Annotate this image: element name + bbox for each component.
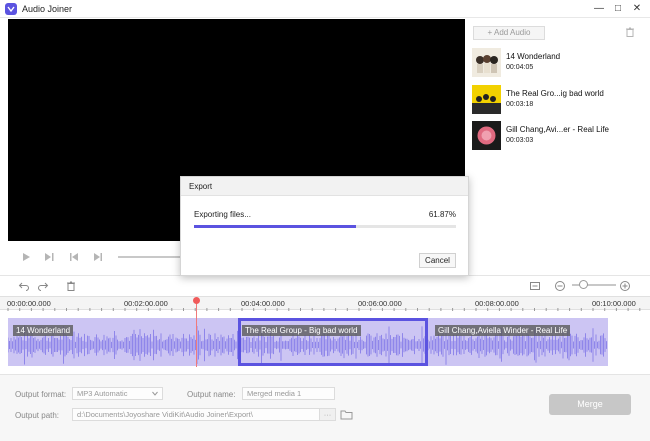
step-forward-icon[interactable]	[43, 251, 55, 263]
cancel-button[interactable]: Cancel	[419, 253, 456, 268]
track-duration: 00:03:18	[506, 101, 534, 108]
undo-icon[interactable]	[18, 280, 30, 292]
track-title: Gill Chang,Avi...er - Real Life	[506, 125, 610, 134]
previous-icon[interactable]	[68, 251, 80, 263]
chevron-down-icon	[152, 391, 158, 396]
export-dialog: Export Exporting files... 61.87% Cancel	[180, 176, 469, 276]
timeline-ruler: 00:00:00.000 00:02:00.000 00:04:00.000 0…	[0, 296, 650, 311]
trash-icon[interactable]	[624, 26, 636, 38]
output-format-select[interactable]: MP3 Automatic	[72, 387, 163, 400]
window-title: Audio Joiner	[22, 4, 73, 14]
track-duration: 00:03:03	[506, 137, 534, 144]
merge-button[interactable]: Merge	[549, 394, 631, 415]
ruler-tick-label: 00:00:00.000	[7, 299, 51, 308]
output-name-label: Output name:	[187, 390, 236, 399]
track-title: 14 Wonderland	[506, 52, 561, 61]
output-name-input[interactable]: Merged media 1	[242, 387, 335, 400]
output-format-label: Output format:	[15, 390, 67, 399]
clip-label: 14 Wonderland	[13, 325, 74, 336]
maximize-icon[interactable]: □	[610, 2, 626, 16]
album-cover-wonderland	[472, 48, 501, 77]
minimize-icon[interactable]: —	[591, 2, 607, 16]
export-percent: 61.87%	[428, 210, 456, 219]
track-item[interactable]: 14 Wonderland 00:04:05	[472, 48, 642, 78]
ruler-tick-label: 00:06:00.000	[358, 299, 402, 308]
track-duration: 00:04:05	[506, 64, 534, 71]
output-path-input[interactable]: d:\Documents\Joyoshare VidiKit\Audio Joi…	[72, 408, 336, 421]
title-bar: Audio Joiner — □ ✕	[0, 0, 650, 18]
play-icon[interactable]	[20, 251, 32, 263]
output-path-label: Output path:	[15, 411, 60, 420]
export-status: Exporting files...	[194, 210, 251, 219]
ruler-tick-label: 00:02:00.000	[124, 299, 168, 308]
add-audio-button[interactable]: + Add Audio	[473, 26, 545, 40]
dialog-header: Export	[181, 177, 468, 196]
export-progress-bar	[194, 225, 456, 228]
track-item[interactable]: The Real Gro...ig bad world 00:03:18	[472, 85, 642, 115]
zoom-slider-handle[interactable]	[579, 280, 588, 289]
ruler-tick-label: 00:08:00.000	[475, 299, 519, 308]
clip-label: The Real Group - Big bad world	[242, 325, 361, 336]
ruler-ticks	[7, 308, 641, 311]
track-title: The Real Gro...ig bad world	[506, 89, 604, 98]
app-logo-icon	[5, 3, 17, 15]
edit-toolbar	[0, 275, 650, 295]
playback-slider[interactable]	[118, 256, 188, 258]
zoom-in-icon[interactable]	[619, 280, 631, 292]
browse-more-button[interactable]: ···	[319, 409, 335, 420]
track-item[interactable]: Gill Chang,Avi...er - Real Life 00:03:03	[472, 121, 642, 151]
next-icon[interactable]	[92, 251, 104, 263]
ruler-tick-label: 00:10:00.000	[592, 299, 636, 308]
ruler-tick-label: 00:04:00.000	[241, 299, 285, 308]
export-progress-fill	[194, 225, 357, 228]
folder-icon[interactable]	[340, 409, 353, 420]
album-cover-real-life	[472, 121, 501, 150]
fit-timeline-icon[interactable]	[529, 280, 541, 292]
redo-icon[interactable]	[37, 280, 49, 292]
zoom-out-icon[interactable]	[554, 280, 566, 292]
album-cover-real-group	[472, 85, 501, 114]
close-icon[interactable]: ✕	[629, 2, 645, 16]
playhead[interactable]	[196, 303, 197, 367]
delete-clip-icon[interactable]	[65, 280, 77, 292]
clip-label: Gill Chang,Aviella Winder - Real Life	[435, 325, 571, 336]
playhead-handle[interactable]	[193, 297, 200, 304]
output-path-value: d:\Documents\Joyoshare VidiKit\Audio Joi…	[77, 410, 253, 419]
output-format-value: MP3 Automatic	[77, 389, 128, 398]
dialog-title: Export	[189, 182, 213, 191]
